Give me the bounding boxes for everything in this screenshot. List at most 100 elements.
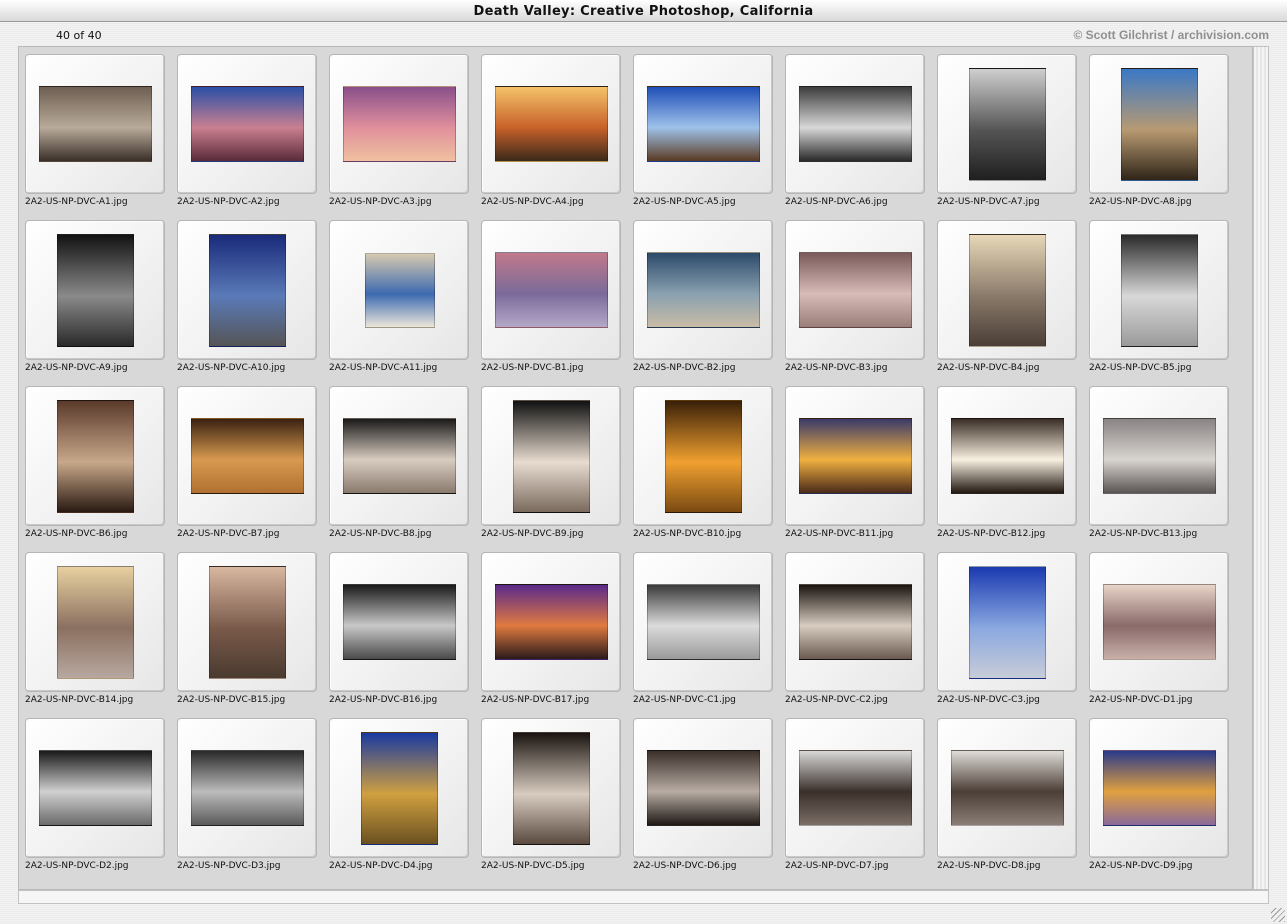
slide-mount[interactable]: [937, 54, 1077, 194]
thumbnail-item[interactable]: 2A2-US-NP-DVC-B17.jpg: [481, 552, 633, 718]
slide-mount[interactable]: [937, 386, 1077, 526]
thumbnail-item[interactable]: 2A2-US-NP-DVC-A9.jpg: [25, 220, 177, 386]
thumbnail-item[interactable]: 2A2-US-NP-DVC-B10.jpg: [633, 386, 785, 552]
thumbnail-image[interactable]: [343, 86, 456, 162]
thumbnail-item[interactable]: 2A2-US-NP-DVC-C3.jpg: [937, 552, 1089, 718]
slide-mount[interactable]: [937, 718, 1077, 858]
thumbnail-image[interactable]: [209, 234, 286, 347]
thumbnail-image[interactable]: [57, 400, 134, 513]
thumbnail-item[interactable]: 2A2-US-NP-DVC-B9.jpg: [481, 386, 633, 552]
window-titlebar[interactable]: Death Valley: Creative Photoshop, Califo…: [0, 0, 1287, 22]
thumbnail-item[interactable]: 2A2-US-NP-DVC-B7.jpg: [177, 386, 329, 552]
thumbnail-image[interactable]: [57, 234, 134, 347]
slide-mount[interactable]: [937, 220, 1077, 360]
slide-mount[interactable]: [481, 552, 621, 692]
thumbnail-image[interactable]: [799, 750, 912, 826]
thumbnail-item[interactable]: 2A2-US-NP-DVC-A3.jpg: [329, 54, 481, 220]
thumbnail-image[interactable]: [513, 400, 590, 513]
slide-mount[interactable]: [633, 220, 773, 360]
thumbnail-image[interactable]: [969, 566, 1046, 679]
slide-mount[interactable]: [481, 220, 621, 360]
slide-mount[interactable]: [329, 552, 469, 692]
slide-mount[interactable]: [25, 718, 165, 858]
thumbnail-image[interactable]: [1103, 584, 1216, 660]
thumbnail-item[interactable]: 2A2-US-NP-DVC-B2.jpg: [633, 220, 785, 386]
thumbnail-image[interactable]: [209, 566, 286, 679]
thumbnail-image[interactable]: [647, 252, 760, 328]
thumbnail-image[interactable]: [799, 584, 912, 660]
slide-mount[interactable]: [1089, 220, 1229, 360]
slide-mount[interactable]: [785, 718, 925, 858]
thumbnail-item[interactable]: 2A2-US-NP-DVC-B5.jpg: [1089, 220, 1241, 386]
thumbnail-image[interactable]: [647, 584, 760, 660]
slide-mount[interactable]: [1089, 54, 1229, 194]
slide-mount[interactable]: [785, 386, 925, 526]
thumbnail-item[interactable]: 2A2-US-NP-DVC-B12.jpg: [937, 386, 1089, 552]
thumbnail-item[interactable]: 2A2-US-NP-DVC-D1.jpg: [1089, 552, 1241, 718]
slide-mount[interactable]: [25, 386, 165, 526]
thumbnail-image[interactable]: [951, 750, 1064, 826]
thumbnail-image[interactable]: [799, 252, 912, 328]
thumbnail-image[interactable]: [39, 86, 152, 162]
thumbnail-item[interactable]: 2A2-US-NP-DVC-A5.jpg: [633, 54, 785, 220]
thumbnail-image[interactable]: [1121, 234, 1198, 347]
thumbnail-item[interactable]: 2A2-US-NP-DVC-D2.jpg: [25, 718, 177, 884]
slide-mount[interactable]: [329, 54, 469, 194]
resize-grip-icon[interactable]: [1271, 908, 1285, 922]
slide-mount[interactable]: [25, 54, 165, 194]
vertical-scrollbar[interactable]: [1253, 46, 1269, 890]
thumbnail-image[interactable]: [191, 750, 304, 826]
slide-mount[interactable]: [633, 54, 773, 194]
thumbnail-image[interactable]: [191, 418, 304, 494]
thumbnail-image[interactable]: [495, 584, 608, 660]
thumbnail-item[interactable]: 2A2-US-NP-DVC-A6.jpg: [785, 54, 937, 220]
thumbnail-item[interactable]: 2A2-US-NP-DVC-C1.jpg: [633, 552, 785, 718]
horizontal-scrollbar[interactable]: [18, 890, 1269, 904]
thumbnail-image[interactable]: [1121, 68, 1198, 181]
thumbnail-image[interactable]: [495, 86, 608, 162]
slide-mount[interactable]: [177, 54, 317, 194]
thumbnail-item[interactable]: 2A2-US-NP-DVC-B8.jpg: [329, 386, 481, 552]
slide-mount[interactable]: [329, 718, 469, 858]
thumbnail-item[interactable]: 2A2-US-NP-DVC-D6.jpg: [633, 718, 785, 884]
thumbnail-item[interactable]: 2A2-US-NP-DVC-A8.jpg: [1089, 54, 1241, 220]
thumbnail-item[interactable]: 2A2-US-NP-DVC-A2.jpg: [177, 54, 329, 220]
slide-mount[interactable]: [1089, 552, 1229, 692]
thumbnail-item[interactable]: 2A2-US-NP-DVC-A1.jpg: [25, 54, 177, 220]
thumbnail-item[interactable]: 2A2-US-NP-DVC-B11.jpg: [785, 386, 937, 552]
thumbnail-image[interactable]: [513, 732, 590, 845]
thumbnail-image[interactable]: [951, 418, 1064, 494]
thumbnail-item[interactable]: 2A2-US-NP-DVC-B3.jpg: [785, 220, 937, 386]
slide-mount[interactable]: [177, 386, 317, 526]
thumbnail-image[interactable]: [1103, 750, 1216, 826]
slide-mount[interactable]: [329, 386, 469, 526]
thumbnail-image[interactable]: [665, 400, 742, 513]
thumbnail-item[interactable]: 2A2-US-NP-DVC-B16.jpg: [329, 552, 481, 718]
thumbnail-image[interactable]: [343, 584, 456, 660]
thumbnail-item[interactable]: 2A2-US-NP-DVC-D4.jpg: [329, 718, 481, 884]
slide-mount[interactable]: [1089, 386, 1229, 526]
thumbnail-item[interactable]: 2A2-US-NP-DVC-D5.jpg: [481, 718, 633, 884]
thumbnail-item[interactable]: 2A2-US-NP-DVC-B1.jpg: [481, 220, 633, 386]
thumbnail-image[interactable]: [361, 732, 438, 845]
slide-mount[interactable]: [25, 220, 165, 360]
thumbnail-image[interactable]: [647, 750, 760, 826]
thumbnail-item[interactable]: 2A2-US-NP-DVC-D7.jpg: [785, 718, 937, 884]
thumbnail-image[interactable]: [647, 86, 760, 162]
thumbnail-item[interactable]: 2A2-US-NP-DVC-B13.jpg: [1089, 386, 1241, 552]
thumbnail-image[interactable]: [39, 750, 152, 826]
thumbnail-image[interactable]: [799, 86, 912, 162]
slide-mount[interactable]: [481, 386, 621, 526]
slide-mount[interactable]: [481, 54, 621, 194]
thumbnail-item[interactable]: 2A2-US-NP-DVC-D3.jpg: [177, 718, 329, 884]
slide-mount[interactable]: [633, 718, 773, 858]
thumbnail-image[interactable]: [1103, 418, 1216, 494]
thumbnail-image[interactable]: [495, 252, 608, 328]
slide-mount[interactable]: [785, 552, 925, 692]
thumbnail-image[interactable]: [365, 253, 435, 328]
slide-mount[interactable]: [785, 54, 925, 194]
slide-mount[interactable]: [785, 220, 925, 360]
thumbnail-image[interactable]: [343, 418, 456, 494]
thumbnail-item[interactable]: 2A2-US-NP-DVC-B15.jpg: [177, 552, 329, 718]
thumbnail-item[interactable]: 2A2-US-NP-DVC-C2.jpg: [785, 552, 937, 718]
